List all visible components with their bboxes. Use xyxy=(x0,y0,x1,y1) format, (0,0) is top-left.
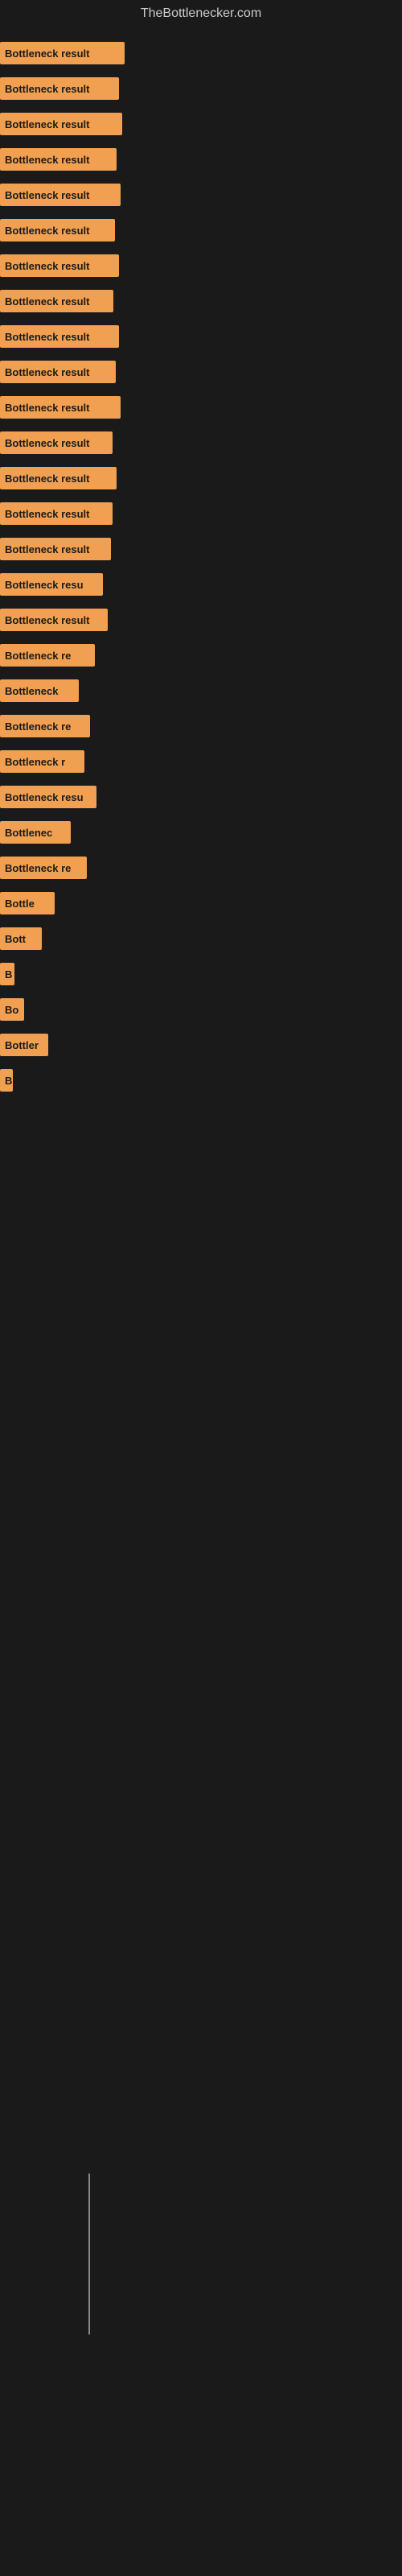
bar-row: Bottleneck resu xyxy=(0,779,402,815)
bar-label: Bottleneck result xyxy=(5,437,89,449)
bar-label: Bottleneck result xyxy=(5,118,89,130)
bar-row: Bottleneck result xyxy=(0,213,402,248)
bar-row: Bottleneck result xyxy=(0,354,402,390)
bar-item: Bottleneck result xyxy=(0,184,121,206)
bar-label: Bottleneck re xyxy=(5,650,71,662)
bar-label: Bottleneck result xyxy=(5,225,89,237)
bar-label: Bottleneck resu xyxy=(5,579,84,591)
bar-label: Bottleneck result xyxy=(5,473,89,485)
bar-row: Bottleneck re xyxy=(0,638,402,673)
bar-row: Bottleneck r xyxy=(0,744,402,779)
bar-item: Bottleneck result xyxy=(0,396,121,419)
bar-row: Bottleneck result xyxy=(0,283,402,319)
bar-item: Bottleneck resu xyxy=(0,786,96,808)
bar-item: Bottleneck r xyxy=(0,750,84,773)
bar-label: Bottle xyxy=(5,898,35,910)
bar-item: Bottler xyxy=(0,1034,48,1056)
bar-item: Bottle xyxy=(0,892,55,914)
bar-label: B xyxy=(5,968,12,980)
bar-item: Bottlenec xyxy=(0,821,71,844)
bar-label: Bottleneck result xyxy=(5,295,89,308)
bar-item: Bott xyxy=(0,927,42,950)
bar-row: Bo xyxy=(0,992,402,1027)
bar-row: B xyxy=(0,956,402,992)
bar-row: Bottleneck result xyxy=(0,106,402,142)
bars-container: Bottleneck result Bottleneck result Bottle… xyxy=(0,27,402,1106)
bar-label: Bottleneck result xyxy=(5,366,89,378)
bar-row: Bottleneck result xyxy=(0,496,402,531)
bar-row: Bottleneck re xyxy=(0,708,402,744)
bar-item: Bottleneck result xyxy=(0,219,115,242)
bar-row: Bottleneck result xyxy=(0,390,402,425)
bar-item: Bottleneck re xyxy=(0,644,95,667)
bar-label: Bottleneck result xyxy=(5,83,89,95)
bar-item: B xyxy=(0,963,14,985)
bar-row: Bottleneck resu xyxy=(0,567,402,602)
bar-label: Bottleneck xyxy=(5,685,58,697)
bar-label: Bottlenec xyxy=(5,827,52,839)
bar-row: Bottleneck result xyxy=(0,602,402,638)
bar-row: Bottler xyxy=(0,1027,402,1063)
bar-item: Bottleneck result xyxy=(0,42,125,64)
bar-label: Bott xyxy=(5,933,26,945)
bar-label: Bottleneck result xyxy=(5,331,89,343)
bar-row: B xyxy=(0,1063,402,1098)
bar-label: Bottleneck resu xyxy=(5,791,84,803)
bar-item: Bottleneck result xyxy=(0,290,113,312)
bar-item: Bottleneck result xyxy=(0,467,117,489)
bar-label: Bottleneck r xyxy=(5,756,65,768)
bar-label: Bottleneck result xyxy=(5,189,89,201)
site-title: TheBottlenecker.com xyxy=(0,0,402,27)
bar-item: Bottleneck result xyxy=(0,325,119,348)
vertical-line xyxy=(88,2174,90,2334)
bar-label: Bottleneck result xyxy=(5,260,89,272)
bar-row: Bottleneck result xyxy=(0,319,402,354)
bar-item: Bottleneck re xyxy=(0,857,87,879)
bar-row: Bottleneck result xyxy=(0,35,402,71)
bar-item: Bottleneck result xyxy=(0,77,119,100)
bar-row: Bottleneck result xyxy=(0,531,402,567)
bar-label: Bottleneck result xyxy=(5,47,89,60)
bar-row: Bottleneck result xyxy=(0,71,402,106)
bar-row: Bottleneck result xyxy=(0,177,402,213)
bar-label: B xyxy=(5,1075,12,1087)
bar-label: Bottleneck re xyxy=(5,720,71,733)
bar-item: B xyxy=(0,1069,13,1092)
bar-label: Bottleneck result xyxy=(5,508,89,520)
bar-item: Bottleneck resu xyxy=(0,573,103,596)
bar-item: Bottleneck result xyxy=(0,502,113,525)
bar-label: Bottleneck result xyxy=(5,543,89,555)
bar-label: Bottleneck result xyxy=(5,614,89,626)
bar-row: Bottleneck result xyxy=(0,460,402,496)
bar-row: Bottleneck xyxy=(0,673,402,708)
bar-item: Bottleneck result xyxy=(0,113,122,135)
bar-item: Bottleneck result xyxy=(0,431,113,454)
bar-label: Bottleneck result xyxy=(5,154,89,166)
bar-item: Bottleneck xyxy=(0,679,79,702)
bar-item: Bottleneck result xyxy=(0,148,117,171)
bar-item: Bottleneck result xyxy=(0,609,108,631)
bar-label: Bottleneck re xyxy=(5,862,71,874)
bar-label: Bottleneck result xyxy=(5,402,89,414)
bar-row: Bottleneck result xyxy=(0,425,402,460)
bar-item: Bo xyxy=(0,998,24,1021)
bar-item: Bottleneck re xyxy=(0,715,90,737)
bar-label: Bo xyxy=(5,1004,18,1016)
bar-row: Bottleneck result xyxy=(0,142,402,177)
bar-item: Bottleneck result xyxy=(0,254,119,277)
bar-row: Bott xyxy=(0,921,402,956)
bar-row: Bottleneck result xyxy=(0,248,402,283)
bar-row: Bottle xyxy=(0,886,402,921)
bar-item: Bottleneck result xyxy=(0,538,111,560)
bar-row: Bottleneck re xyxy=(0,850,402,886)
bar-label: Bottler xyxy=(5,1039,39,1051)
bar-item: Bottleneck result xyxy=(0,361,116,383)
bar-row: Bottlenec xyxy=(0,815,402,850)
